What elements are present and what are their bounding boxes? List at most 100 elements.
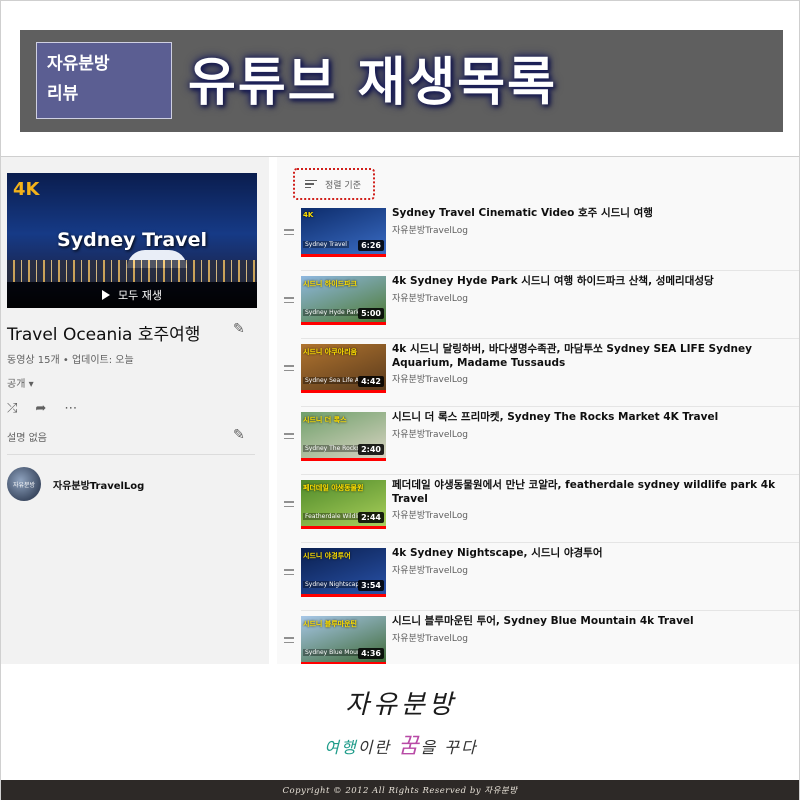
video-duration: 2:40	[358, 444, 384, 455]
privacy-label: 공개	[7, 379, 26, 390]
video-channel[interactable]: 자유분방TravelLog	[392, 508, 468, 521]
hero-title: Sydney Travel	[57, 229, 207, 251]
shuffle-icon[interactable]: ⤮	[7, 401, 17, 416]
drag-handle-icon[interactable]	[284, 637, 294, 643]
thumbnail-tag: 시드니 블루마운틴	[303, 620, 357, 628]
privacy-select[interactable]: 공개 ▾	[7, 375, 34, 390]
slogan-part-3: 꿈	[398, 734, 421, 759]
video-title[interactable]: 시드니 더 록스 프리마켓, Sydney The Rocks Market 4…	[392, 410, 792, 424]
playlist-actions: ⤮ ➦ ⋯	[7, 401, 77, 416]
share-icon[interactable]: ➦	[35, 401, 46, 416]
drag-handle-icon[interactable]	[284, 229, 294, 235]
video-thumbnail[interactable]: 시드니 블루마운틴 Sydney Blue Mountain 4:36	[301, 616, 386, 664]
video-channel[interactable]: 자유분방TravelLog	[392, 631, 468, 644]
video-thumbnail[interactable]: 시드니 아쿠아리움 Sydney Sea Life Aqua 4:42	[301, 344, 386, 393]
video-duration: 6:26	[358, 240, 384, 251]
hero-quality-badge: 4K	[13, 179, 40, 200]
play-all-label: 모두 재생	[118, 289, 162, 302]
video-channel[interactable]: 자유분방TravelLog	[392, 291, 468, 304]
video-row[interactable]: 시드니 하이드파크 Sydney Hyde Park 5:00 4k Sydne…	[277, 271, 799, 339]
playlist-screenshot: 4K Sydney Travel 모두 재생 Travel Oceania 호주…	[0, 157, 800, 664]
playlist-description: 설명 없음	[7, 433, 47, 444]
slogan-part-4: 을 꾸다	[420, 738, 478, 757]
video-duration: 4:36	[358, 648, 384, 659]
drag-handle-icon[interactable]	[284, 365, 294, 371]
brand-slogan: 여행이란 꿈을 꾸다	[1, 728, 800, 760]
thumbnail-tag: 페더데일 야생동물원	[303, 484, 364, 492]
brand-footer: 자유분방 여행이란 꿈을 꾸다 Copyright © 2012 All Rig…	[0, 664, 800, 800]
video-channel[interactable]: 자유분방TravelLog	[392, 563, 468, 576]
thumbnail-caption: Sydney Blue Mountain	[303, 649, 359, 656]
badge-line-2: 리뷰	[47, 84, 79, 104]
avatar-text: 자유분방	[12, 481, 36, 489]
caret-down-icon: ▾	[28, 379, 34, 390]
city-lights-shape	[7, 260, 257, 282]
thumbnail-caption: Sydney Nightscape	[303, 581, 359, 588]
video-title[interactable]: 페더데일 야생동물원에서 만난 코알라, featherdale sydney …	[392, 478, 792, 506]
play-icon	[102, 290, 110, 300]
channel-name[interactable]: 자유분방TravelLog	[53, 477, 144, 492]
thumbnail-caption: Sydney Sea Life Aqua	[303, 377, 359, 384]
video-title[interactable]: 4k Sydney Nightscape, 시드니 야경투어	[392, 546, 792, 560]
banner: 자유분방 리뷰 유튜브 재생목록	[20, 30, 783, 132]
thumbnail-caption: Sydney Travel	[303, 241, 349, 248]
sort-icon	[305, 179, 317, 189]
badge-line-1: 자유분방	[47, 54, 110, 74]
video-title[interactable]: Sydney Travel Cinematic Video 호주 시드니 여행	[392, 206, 792, 220]
copyright-bar: Copyright © 2012 All Rights Reserved by …	[1, 780, 799, 800]
video-thumbnail[interactable]: 시드니 더 록스 Sydney The Rocks Market 2:40	[301, 412, 386, 461]
drag-handle-icon[interactable]	[284, 433, 294, 439]
thumbnail-tag: 시드니 야경투어	[303, 552, 351, 560]
edit-description-icon[interactable]: ✎	[233, 427, 245, 443]
video-row[interactable]: 페더데일 야생동물원 Featherdale Wildlife Park 2:4…	[277, 475, 799, 543]
video-thumbnail[interactable]: 시드니 야경투어 Sydney Nightscape 3:54	[301, 548, 386, 597]
thumbnail-caption: Featherdale Wildlife Park	[303, 513, 359, 520]
video-row[interactable]: 4K Sydney Travel 6:26 Sydney Travel Cine…	[277, 203, 799, 271]
more-icon[interactable]: ⋯	[64, 401, 77, 416]
thumbnail-tag: 4K	[303, 211, 314, 219]
video-thumbnail[interactable]: 페더데일 야생동물원 Featherdale Wildlife Park 2:4…	[301, 480, 386, 529]
video-channel[interactable]: 자유분방TravelLog	[392, 223, 468, 236]
video-duration: 4:42	[358, 376, 384, 387]
playlist-sidebar: 4K Sydney Travel 모두 재생 Travel Oceania 호주…	[1, 157, 269, 664]
video-duration: 2:44	[358, 512, 384, 523]
video-list-panel: 정렬 기준 4K Sydney Travel 6:26 Sydney Trave…	[277, 157, 799, 664]
video-channel[interactable]: 자유분방TravelLog	[392, 372, 468, 385]
avatar[interactable]: 자유분방	[7, 467, 41, 501]
edit-title-icon[interactable]: ✎	[233, 321, 245, 337]
drag-handle-icon[interactable]	[284, 501, 294, 507]
video-title[interactable]: 4k 시드니 달링하버, 바다생명수족관, 마담투쏘 Sydney SEA LI…	[392, 342, 792, 370]
thumbnail-tag: 시드니 아쿠아리움	[303, 348, 357, 356]
divider	[7, 454, 255, 455]
sort-label: 정렬 기준	[325, 180, 361, 191]
video-channel[interactable]: 자유분방TravelLog	[392, 427, 468, 440]
video-row[interactable]: 시드니 아쿠아리움 Sydney Sea Life Aqua 4:42 4k 시…	[277, 339, 799, 407]
thumbnail-caption: Sydney Hyde Park	[303, 309, 359, 316]
playlist-title: Travel Oceania 호주여행	[7, 325, 201, 345]
video-thumbnail[interactable]: 시드니 하이드파크 Sydney Hyde Park 5:00	[301, 276, 386, 325]
video-duration: 3:54	[358, 580, 384, 591]
playlist-hero-thumbnail[interactable]: 4K Sydney Travel 모두 재생	[7, 173, 257, 308]
thumbnail-caption: Sydney The Rocks Market	[303, 445, 359, 452]
video-row[interactable]: 시드니 블루마운틴 Sydney Blue Mountain 4:36 시드니 …	[277, 611, 799, 664]
sort-button[interactable]: 정렬 기준	[293, 168, 375, 200]
video-row[interactable]: 시드니 더 록스 Sydney The Rocks Market 2:40 시드…	[277, 407, 799, 475]
slogan-part-1: 여행	[324, 738, 358, 757]
drag-handle-icon[interactable]	[284, 569, 294, 575]
video-thumbnail[interactable]: 4K Sydney Travel 6:26	[301, 208, 386, 257]
slogan-part-2: 이란	[357, 738, 399, 757]
play-all-button[interactable]: 모두 재생	[7, 282, 257, 308]
banner-section: 자유분방 리뷰 유튜브 재생목록	[0, 0, 800, 157]
video-title[interactable]: 4k Sydney Hyde Park 시드니 여행 하이드파크 산책, 성메리…	[392, 274, 792, 288]
banner-title: 유튜브 재생목록	[188, 53, 557, 113]
video-list: 4K Sydney Travel 6:26 Sydney Travel Cine…	[277, 203, 799, 664]
thumbnail-tag: 시드니 더 록스	[303, 416, 347, 424]
review-badge: 자유분방 리뷰	[36, 42, 172, 119]
drag-handle-icon[interactable]	[284, 297, 294, 303]
playlist-meta: 동영상 15개 • 업데이트: 오늘	[7, 355, 134, 366]
video-duration: 5:00	[358, 308, 384, 319]
brand-name: 자유분방	[345, 690, 457, 720]
video-title[interactable]: 시드니 블루마운틴 투어, Sydney Blue Mountain 4k Tr…	[392, 614, 792, 628]
thumbnail-tag: 시드니 하이드파크	[303, 280, 357, 288]
video-row[interactable]: 시드니 야경투어 Sydney Nightscape 3:54 4k Sydne…	[277, 543, 799, 611]
